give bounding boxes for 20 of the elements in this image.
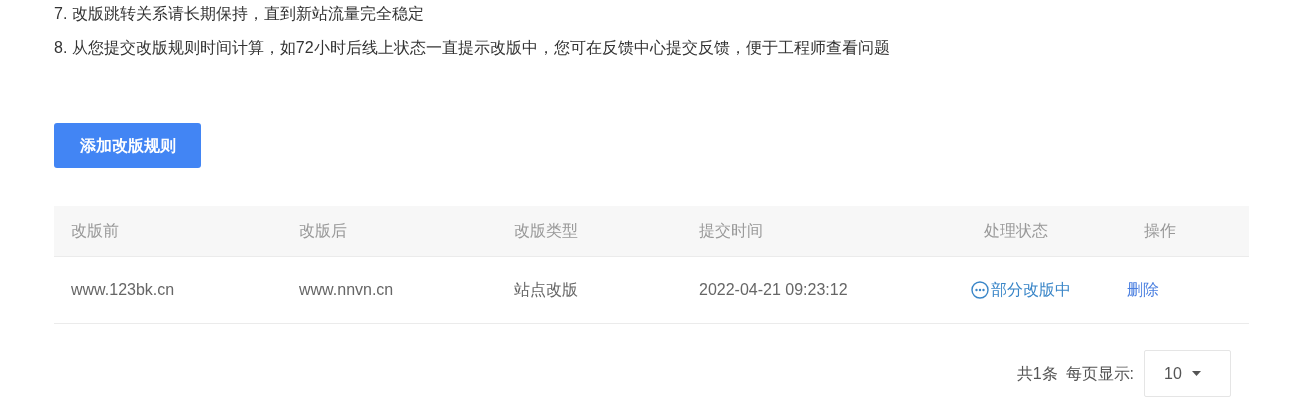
column-header: 提交时间	[699, 222, 763, 239]
total-count: 共1条	[1016, 363, 1058, 384]
per-page-label: 每页显示:	[1065, 363, 1134, 384]
note-text: 8. 从您提交改版规则时间计算，如72小时后线上状态一直提示改版中，您可在反馈中心提交反馈，便于工程师查看问题	[54, 38, 891, 58]
more-icon	[971, 281, 989, 299]
column-header: 操作	[1144, 222, 1176, 239]
table-cell: www.nnvn.cn	[299, 281, 394, 298]
table-cell: www.123bk.cn	[71, 281, 175, 298]
table-cell: 站点改版	[514, 281, 578, 298]
status-text: 部分改版中	[991, 280, 1071, 300]
caret-icon	[1191, 371, 1201, 376]
note-text: 7. 改版跳转关系请长期保持，直到新站流量完全稳定	[54, 4, 425, 24]
table-cell: 2022-04-21 09:23:12	[699, 281, 848, 298]
page-size-select[interactable]: 10	[1144, 350, 1231, 397]
column-header: 改版类型	[514, 222, 578, 239]
column-header: 改版后	[299, 222, 347, 239]
delete-link[interactable]: 删除	[1127, 281, 1159, 298]
column-header: 改版前	[71, 222, 119, 239]
add-rule-button[interactable]: 添加改版规则	[54, 123, 201, 168]
column-header: 处理状态	[984, 222, 1048, 239]
